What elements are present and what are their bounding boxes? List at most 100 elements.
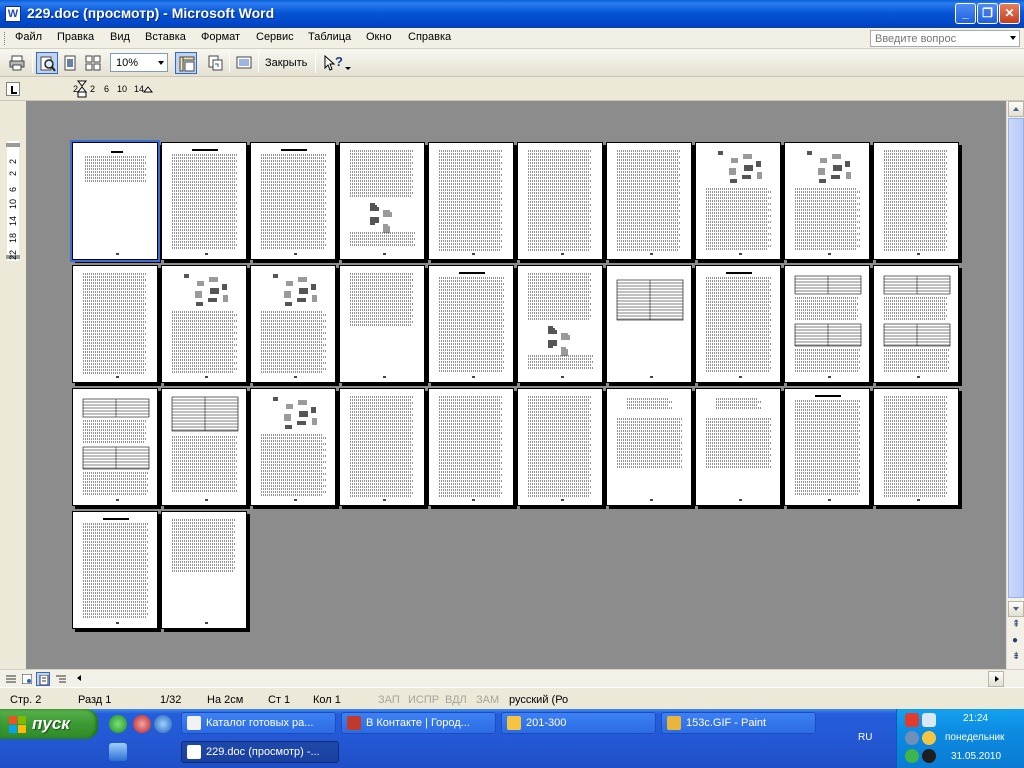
toolbar-options-arrow-icon[interactable] [345, 67, 351, 70]
internet-explorer-icon[interactable] [154, 715, 172, 733]
ask-question-input[interactable] [871, 31, 999, 46]
full-screen-button[interactable] [233, 52, 255, 74]
chevron-down-icon[interactable] [1010, 36, 1016, 40]
page-thumbnail[interactable] [339, 142, 425, 260]
page-thumbnail[interactable] [161, 142, 247, 260]
normal-view-button[interactable] [4, 672, 18, 686]
task-button-folder[interactable]: 201-300 [501, 712, 656, 734]
status-track-changes[interactable]: ИСПР [408, 694, 439, 706]
page-thumbnail[interactable] [606, 142, 692, 260]
multiple-pages-button[interactable] [82, 52, 104, 74]
close-button[interactable]: ✕ [999, 3, 1020, 24]
shrink-to-fit-button[interactable] [204, 52, 226, 74]
page-thumbnail[interactable] [250, 142, 336, 260]
one-page-button[interactable] [59, 52, 81, 74]
help-question-mark[interactable]: ? [335, 54, 343, 69]
status-extend[interactable]: ВДЛ [445, 694, 467, 706]
magnifier-button[interactable] [36, 52, 58, 74]
tray-app-icon[interactable] [905, 713, 919, 727]
task-button-vkontakte[interactable]: В Контакте | Город... [341, 712, 496, 734]
vertical-ruler[interactable]: 2 2 6 10 14 18 22 [0, 101, 26, 669]
menu-view[interactable]: Вид [110, 31, 130, 43]
page-thumbnail[interactable] [517, 265, 603, 383]
page-thumbnail[interactable] [517, 142, 603, 260]
page-thumbnail[interactable] [70, 140, 160, 262]
scroll-down-button[interactable] [1008, 601, 1024, 617]
page-thumbnail[interactable] [250, 388, 336, 506]
vertical-scrollbar[interactable]: ⇞ ● ⇟ [1006, 101, 1024, 669]
page-thumbnail[interactable] [695, 265, 781, 383]
page-thumbnail[interactable] [339, 265, 425, 383]
page-thumbnail[interactable] [517, 388, 603, 506]
quicklaunch-app-icon[interactable] [109, 715, 127, 733]
tray-app-icon[interactable] [922, 731, 936, 745]
page-thumbnail[interactable] [606, 388, 692, 506]
tray-app-icon[interactable] [922, 749, 936, 763]
menu-edit[interactable]: Правка [57, 31, 94, 43]
chevron-down-icon[interactable] [158, 61, 164, 65]
input-language-indicator[interactable]: RU [858, 732, 872, 743]
status-overtype[interactable]: ЗАМ [476, 694, 499, 706]
status-column[interactable]: Кол 1 [313, 694, 341, 706]
clock-time[interactable]: 21:24 [963, 713, 988, 724]
page-thumbnail[interactable] [784, 142, 870, 260]
page-thumbnail[interactable] [428, 142, 514, 260]
task-button-paint[interactable]: 153c.GIF - Paint [661, 712, 816, 734]
page-thumbnail[interactable] [873, 388, 959, 506]
view-ruler-button[interactable] [175, 52, 197, 74]
word-app-icon[interactable]: W [5, 6, 21, 22]
task-button-catalog[interactable]: Каталог готовых ра... [181, 712, 336, 734]
scroll-up-button[interactable] [1008, 101, 1024, 117]
zoom-select[interactable]: 10% [110, 53, 168, 72]
page-thumbnail[interactable] [784, 265, 870, 383]
ruler-margin-marker[interactable] [6, 143, 20, 147]
page-thumbnail[interactable] [606, 265, 692, 383]
status-language[interactable]: русский (Ро [509, 694, 568, 706]
menu-grip[interactable] [4, 32, 7, 45]
page-thumbnail[interactable] [428, 265, 514, 383]
page-thumbnail[interactable] [873, 142, 959, 260]
menu-format[interactable]: Формат [201, 31, 240, 43]
opera-icon[interactable] [133, 715, 151, 733]
status-page[interactable]: Стр. 2 [10, 694, 41, 706]
show-desktop-icon[interactable] [109, 743, 127, 761]
menu-tools[interactable]: Сервис [256, 31, 294, 43]
tray-app-icon[interactable] [905, 749, 919, 763]
print-layout-button[interactable] [36, 672, 50, 686]
previous-page-icon[interactable]: ⇞ [1012, 619, 1020, 630]
window-title-bar[interactable]: W 229.doc (просмотр) - Microsoft Word _ … [0, 0, 1024, 28]
scroll-right-button[interactable] [988, 671, 1004, 687]
minimize-button[interactable]: _ [955, 3, 976, 24]
menu-insert[interactable]: Вставка [145, 31, 186, 43]
ask-question-box[interactable] [870, 30, 1020, 47]
status-section[interactable]: Разд 1 [78, 694, 111, 706]
page-thumbnail[interactable] [161, 388, 247, 506]
outline-view-button[interactable] [54, 672, 68, 686]
page-thumbnail[interactable] [161, 265, 247, 383]
page-thumbnail[interactable] [695, 142, 781, 260]
page-thumbnail[interactable] [72, 511, 158, 629]
menu-window[interactable]: Окно [366, 31, 392, 43]
status-line[interactable]: Ст 1 [268, 694, 290, 706]
menu-help[interactable]: Справка [408, 31, 451, 43]
horizontal-scrollbar[interactable] [0, 669, 1024, 687]
page-thumbnail[interactable] [873, 265, 959, 383]
web-layout-button[interactable] [20, 672, 34, 686]
page-thumbnail[interactable] [72, 388, 158, 506]
maximize-button[interactable]: ❐ [977, 3, 998, 24]
print-button[interactable] [6, 52, 28, 74]
task-button-word[interactable]: 229.doc (просмотр) -... [181, 741, 339, 763]
page-thumbnail[interactable] [250, 265, 336, 383]
page-thumbnail[interactable] [72, 265, 158, 383]
page-thumbnail[interactable] [428, 388, 514, 506]
tray-app-icon[interactable] [905, 731, 919, 745]
tab-selector[interactable] [6, 82, 20, 96]
status-record-macro[interactable]: ЗАП [378, 694, 400, 706]
scroll-thumb[interactable] [1008, 118, 1024, 598]
menu-table[interactable]: Таблица [308, 31, 351, 43]
page-thumbnail[interactable] [339, 388, 425, 506]
page-thumbnail[interactable] [161, 511, 247, 629]
page-thumbnail[interactable] [784, 388, 870, 506]
start-button[interactable]: пуск [0, 709, 98, 739]
status-position[interactable]: На 2см [207, 694, 243, 706]
